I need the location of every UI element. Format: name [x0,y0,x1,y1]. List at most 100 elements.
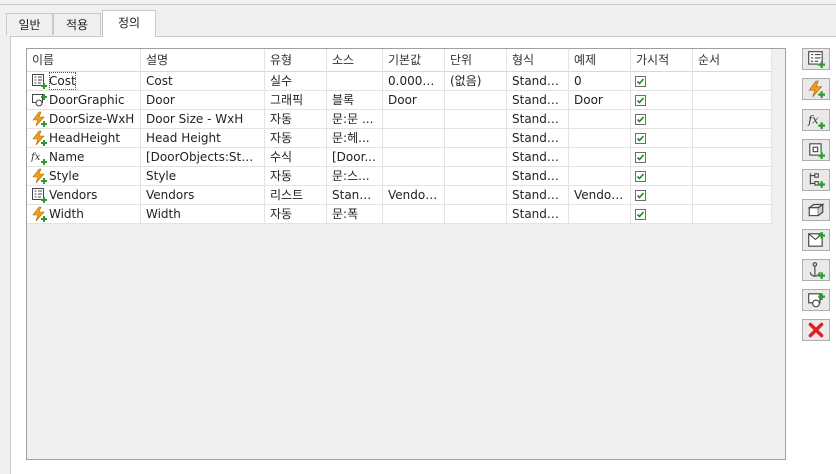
cell-description[interactable]: Width [141,205,265,224]
cell-description[interactable]: Style [141,167,265,186]
cell-order[interactable] [693,72,772,91]
column-order-header[interactable]: 순서 [693,49,772,72]
cell-visible[interactable] [631,129,693,148]
visible-checkbox[interactable] [635,113,646,125]
cell-example[interactable] [569,205,631,224]
cell-format[interactable]: Standard [507,110,569,129]
cell-name[interactable]: DoorGraphic [27,91,141,110]
table-row[interactable]: Vendors Vendors 리스트 Stand... Vendor... Standa… [27,186,772,205]
column-format-header[interactable]: 형식 [507,49,569,72]
cell-default[interactable] [383,148,445,167]
cell-example[interactable]: 0 [569,72,631,91]
cell-unit[interactable] [445,167,507,186]
cell-name[interactable]: Cost [27,72,141,91]
cell-example[interactable] [569,167,631,186]
cell-description[interactable]: Vendors [141,186,265,205]
cell-format[interactable]: Standard [507,72,569,91]
visible-checkbox[interactable] [635,75,646,87]
cell-example[interactable] [569,129,631,148]
cell-visible[interactable] [631,148,693,167]
cell-name[interactable]: HeadHeight [27,129,141,148]
cell-source[interactable] [327,72,383,91]
cell-format[interactable]: Standard [507,129,569,148]
visible-checkbox[interactable] [635,189,646,201]
visible-checkbox[interactable] [635,170,646,182]
cell-description[interactable]: Door [141,91,265,110]
cell-description[interactable]: Head Height [141,129,265,148]
add-formula-property-button[interactable]: fx [802,109,830,131]
cell-source[interactable]: Stand... [327,186,383,205]
cell-order[interactable] [693,148,772,167]
cell-example[interactable] [569,148,631,167]
tab-definition[interactable]: 정의 [102,10,156,37]
cell-format[interactable]: Standard [507,205,569,224]
add-graphic-block-property-button[interactable] [802,229,830,251]
table-row[interactable]: HeadHeight Head Height 자동 문:헤... Standard [27,129,772,148]
cell-format[interactable]: Standard [507,148,569,167]
cell-order[interactable] [693,129,772,148]
cell-name[interactable]: Style [27,167,141,186]
column-example-header[interactable]: 예제 [569,49,631,72]
cell-default[interactable] [383,205,445,224]
cell-source[interactable]: 문:폭 [327,205,383,224]
cell-source[interactable]: 문:문 ... [327,110,383,129]
table-row[interactable]: Cost Cost 실수 0.0000... (없음) Standard 0 [27,72,772,91]
table-row[interactable]: Style Style 자동 문:스... Standard [27,167,772,186]
add-location-property-button[interactable] [802,139,830,161]
cell-type[interactable]: 리스트 [265,186,327,205]
cell-order[interactable] [693,110,772,129]
cell-default[interactable]: 0.0000... [383,72,445,91]
add-auto-property-button[interactable] [802,78,830,100]
cell-order[interactable] [693,167,772,186]
table-row[interactable]: Width Width 자동 문:폭 Standard [27,205,772,224]
cell-name[interactable]: Vendors [27,186,141,205]
cell-type[interactable]: 그래픽 [265,91,327,110]
cell-description[interactable]: Cost [141,72,265,91]
cell-unit[interactable] [445,91,507,110]
visible-checkbox[interactable] [635,132,646,144]
cell-format[interactable]: Standard [507,91,569,110]
table-row[interactable]: DoorSize-WxH Door Size - WxH 자동 문:문 ... Stan… [27,110,772,129]
cell-type[interactable]: 자동 [265,205,327,224]
cell-visible[interactable] [631,110,693,129]
cell-order[interactable] [693,91,772,110]
cell-order[interactable] [693,186,772,205]
cell-source[interactable]: [Door... [327,148,383,167]
cell-format[interactable]: Standard [507,186,569,205]
column-description-header[interactable]: 설명 [141,49,265,72]
cell-unit[interactable] [445,110,507,129]
cell-unit[interactable] [445,148,507,167]
cell-default[interactable]: Door [383,91,445,110]
cell-example[interactable]: Vendor... [569,186,631,205]
cell-type[interactable]: 자동 [265,110,327,129]
cell-visible[interactable] [631,72,693,91]
cell-name[interactable]: fx Name [27,148,141,167]
add-classification-property-button[interactable] [802,169,830,191]
cell-type[interactable]: 자동 [265,129,327,148]
cell-description[interactable]: Door Size - WxH [141,110,265,129]
column-source-header[interactable]: 소스 [327,49,383,72]
cell-unit[interactable] [445,186,507,205]
cell-visible[interactable] [631,205,693,224]
add-graphic-property-button[interactable] [802,289,830,311]
cell-default[interactable] [383,129,445,148]
cell-type[interactable]: 수식 [265,148,327,167]
cell-source[interactable]: 문:헤... [327,129,383,148]
tab-apply[interactable]: 적용 [53,13,101,35]
table-row[interactable]: DoorGraphic Door 그래픽 블록 Door Standard Door [27,91,772,110]
cell-default[interactable] [383,110,445,129]
cell-format[interactable]: Standard [507,167,569,186]
cell-order[interactable] [693,205,772,224]
visible-checkbox[interactable] [635,94,646,106]
column-name-header[interactable]: 이름 [27,49,141,72]
tab-general[interactable]: 일반 [6,13,53,35]
cell-name[interactable]: Width [27,205,141,224]
cell-default[interactable]: Vendor... [383,186,445,205]
column-type-header[interactable]: 유형 [265,49,327,72]
cell-example[interactable] [569,110,631,129]
cell-source[interactable]: 문:스... [327,167,383,186]
table-row[interactable]: fx Name [DoorObjects:Style] 수식 [Door... Stand… [27,148,772,167]
cell-default[interactable] [383,167,445,186]
cell-visible[interactable] [631,91,693,110]
cell-unit[interactable]: (없음) [445,72,507,91]
